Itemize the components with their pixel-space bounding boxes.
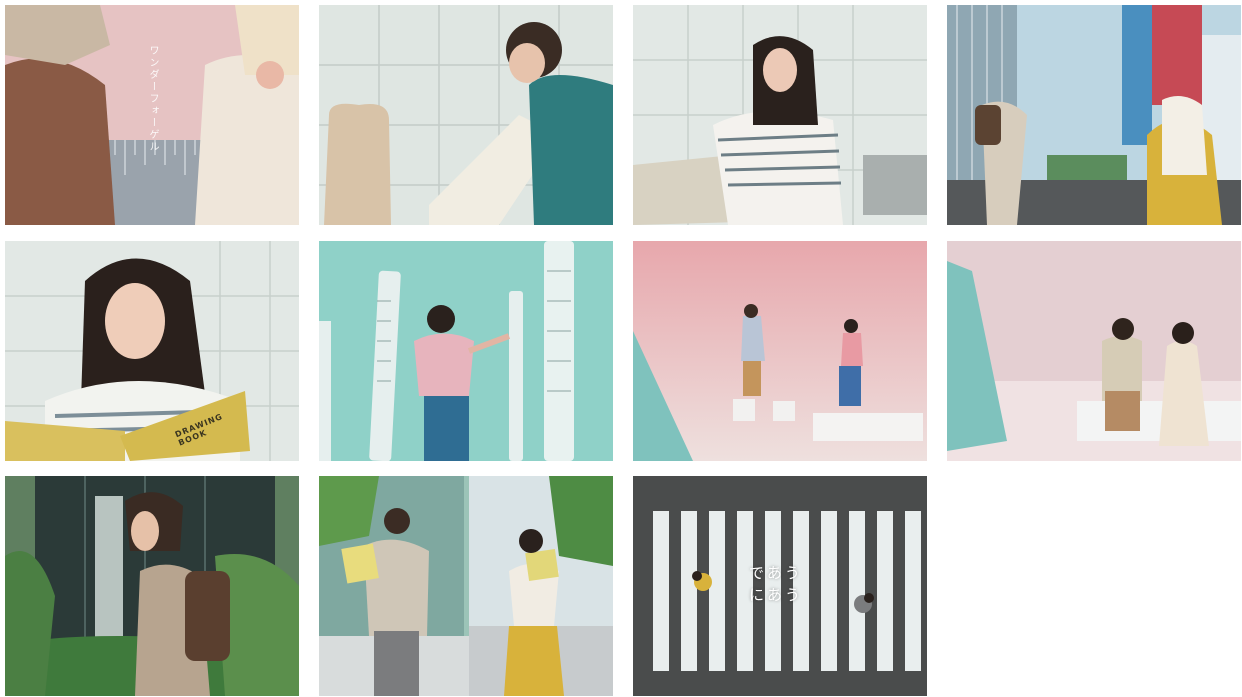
frame-9	[5, 476, 299, 696]
frame-9-image	[5, 476, 299, 696]
frame-8	[947, 241, 1241, 461]
overlay-line-1: であう	[749, 564, 803, 582]
frame-5: DRAWING BOOK	[5, 241, 299, 461]
frame-1: ワンダーフォーゲル	[5, 5, 299, 225]
frame-10-image	[319, 476, 613, 696]
frame-3	[633, 5, 927, 225]
frame-2-image	[319, 5, 613, 225]
frame-2	[319, 5, 613, 225]
frame-7	[633, 241, 927, 461]
frame-8-image	[947, 241, 1241, 461]
frame-5-image	[5, 241, 299, 461]
title-vertical-text: ワンダーフォーゲル	[147, 45, 158, 153]
frame-4-image	[947, 5, 1241, 225]
frame-3-image	[633, 5, 927, 225]
frame-6	[319, 241, 613, 461]
overlay-text: であう にあう	[749, 562, 803, 606]
frame-11: であう にあう	[633, 476, 927, 696]
frame-4	[947, 5, 1241, 225]
overlay-line-2: にあう	[749, 586, 804, 604]
frame-10	[319, 476, 613, 696]
frame-6-image	[319, 241, 613, 461]
storyboard-grid: ワンダーフォーゲル DRAWING BOOK であう にあう	[0, 0, 1242, 697]
frame-7-image	[633, 241, 927, 461]
